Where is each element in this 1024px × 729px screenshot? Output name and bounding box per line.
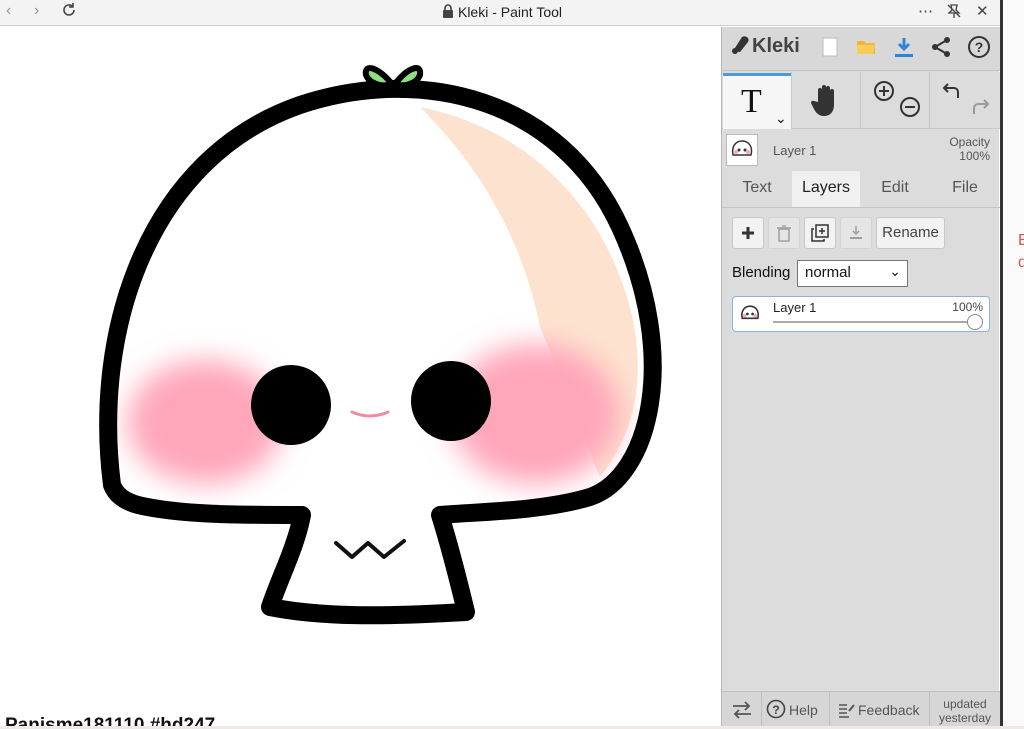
panel-tabs: Text Layers Edit File bbox=[722, 171, 1000, 207]
kleki-logo[interactable]: Kleki bbox=[730, 33, 800, 61]
kleki-logo-icon bbox=[730, 33, 752, 61]
blending-label: Blending bbox=[732, 264, 791, 281]
feedback-label: Feedback bbox=[858, 702, 920, 718]
feedback-button[interactable]: Feedback bbox=[830, 692, 930, 727]
text-tool-icon: T bbox=[741, 83, 762, 120]
pin-off-icon[interactable] bbox=[946, 3, 962, 23]
lock-icon bbox=[442, 4, 454, 21]
help-icon: ? bbox=[766, 699, 786, 722]
opacity-value: 100% bbox=[959, 149, 990, 163]
more-icon[interactable]: ⋯ bbox=[918, 2, 933, 20]
tool-row: T ⌄ bbox=[722, 72, 1000, 129]
blending-value: normal bbox=[805, 264, 851, 281]
swap-button[interactable] bbox=[722, 692, 762, 727]
tab-text[interactable]: Text bbox=[722, 171, 792, 207]
side-panel: Kleki ? T ⌄ Layer 1 Opacity 100% Text La… bbox=[721, 27, 1000, 727]
delete-layer-button[interactable] bbox=[768, 217, 800, 249]
help-icon[interactable]: ? bbox=[967, 35, 991, 59]
duplicate-layer-button[interactable] bbox=[804, 217, 836, 249]
add-layer-button[interactable] bbox=[732, 217, 764, 249]
zoom-buttons bbox=[860, 72, 928, 128]
opacity-label: Opacity bbox=[949, 135, 990, 149]
current-layer-info: Layer 1 Opacity 100% bbox=[722, 131, 1000, 169]
duplicate-layer-icon bbox=[811, 224, 829, 247]
current-layer-name: Layer 1 bbox=[773, 143, 817, 158]
svg-text:?: ? bbox=[772, 703, 779, 717]
updated-line-2: yesterday bbox=[938, 711, 992, 725]
layer-item-thumbnail bbox=[737, 301, 763, 327]
new-icon[interactable] bbox=[818, 35, 842, 59]
panel-header: Kleki ? bbox=[722, 27, 1000, 71]
share-icon[interactable] bbox=[929, 35, 953, 59]
add-layer-icon bbox=[740, 225, 756, 246]
updated-line-1: updated bbox=[943, 697, 987, 711]
chevron-down-icon: ⌄ bbox=[889, 263, 901, 279]
tab-layers[interactable]: Layers bbox=[792, 171, 860, 207]
window-title-text: Kleki - Paint Tool bbox=[457, 4, 562, 20]
zoom-in-icon[interactable] bbox=[873, 80, 895, 107]
chevron-down-icon[interactable]: ⌄ bbox=[775, 110, 787, 127]
swap-icon bbox=[731, 701, 753, 722]
browser-title-bar: ‹ › Kleki - Paint Tool ⋯ ✕ bbox=[0, 0, 1004, 26]
hand-tool-button[interactable] bbox=[791, 72, 859, 128]
undo-redo-buttons bbox=[929, 72, 999, 128]
watermark-text: Panisme181110 #hd247 bbox=[5, 715, 216, 726]
download-icon[interactable] bbox=[892, 35, 916, 59]
layer-opacity-slider[interactable] bbox=[773, 321, 977, 323]
opacity-readout: Opacity 100% bbox=[949, 135, 990, 163]
tabs-divider bbox=[722, 207, 1000, 208]
updated-status: updated yesterday bbox=[930, 697, 1000, 725]
svg-text:?: ? bbox=[975, 39, 984, 55]
layer-thumbnail bbox=[726, 134, 758, 166]
window-title: Kleki - Paint Tool bbox=[0, 4, 1004, 21]
merge-layer-icon bbox=[848, 224, 864, 247]
layer-list-item[interactable]: Layer 1 100% bbox=[732, 296, 990, 332]
blending-select[interactable]: normal ⌄ bbox=[797, 260, 908, 287]
adjacent-window-edge: E d bbox=[1000, 0, 1024, 729]
open-folder-icon[interactable] bbox=[854, 35, 878, 59]
mushroom-drawing bbox=[99, 65, 662, 625]
zoom-out-icon[interactable] bbox=[899, 96, 921, 123]
panel-bottom-bar: ? Help Feedback updated yesterday bbox=[722, 691, 1000, 727]
merge-layer-button[interactable] bbox=[840, 217, 872, 249]
close-icon[interactable]: ✕ bbox=[976, 2, 989, 20]
help-button[interactable]: ? Help bbox=[762, 692, 830, 727]
text-tool-button[interactable]: T ⌄ bbox=[723, 73, 791, 129]
layer-opacity-slider-handle[interactable] bbox=[967, 314, 983, 330]
logo-text: Kleki bbox=[752, 35, 800, 57]
feedback-icon bbox=[837, 701, 855, 722]
drawing-canvas[interactable]: Panisme181110 #hd247 bbox=[0, 27, 721, 726]
redo-icon[interactable] bbox=[968, 96, 990, 123]
adjacent-window-text: E d bbox=[1018, 232, 1024, 271]
help-label: Help bbox=[789, 702, 818, 718]
rename-layer-button[interactable]: Rename bbox=[876, 217, 945, 249]
tab-edit[interactable]: Edit bbox=[860, 171, 930, 207]
undo-icon[interactable] bbox=[942, 80, 964, 107]
delete-layer-icon bbox=[776, 224, 792, 247]
hand-icon bbox=[810, 82, 842, 123]
layer-item-opacity: 100% bbox=[952, 300, 983, 314]
tab-file[interactable]: File bbox=[930, 171, 1000, 207]
layer-item-name: Layer 1 bbox=[773, 300, 817, 315]
